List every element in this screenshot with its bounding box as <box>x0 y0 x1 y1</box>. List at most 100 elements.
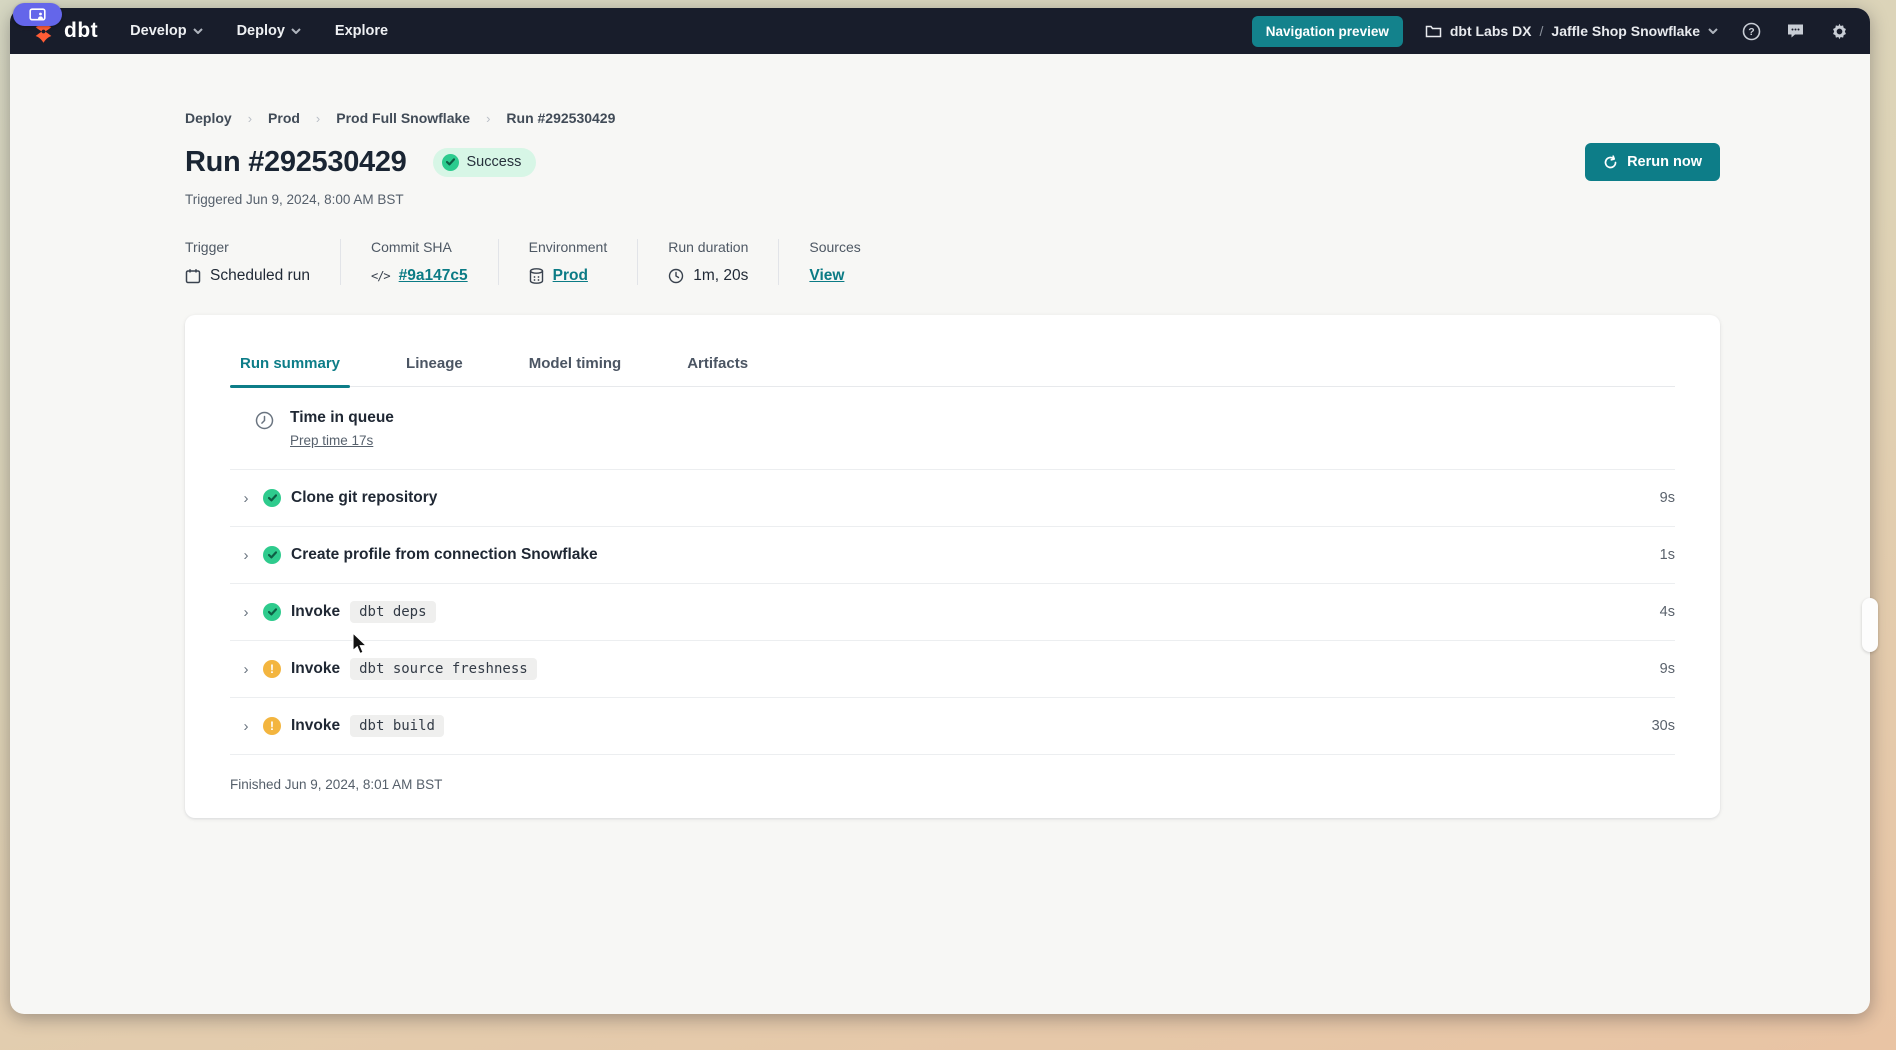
settings-button[interactable] <box>1828 20 1850 42</box>
chevron-right-icon[interactable]: › <box>238 547 254 564</box>
project-name: Jaffle Shop Snowflake <box>1551 23 1700 39</box>
step-row-clone-git[interactable]: › Clone git repository 9s <box>230 470 1675 527</box>
commit-sha-link[interactable]: #9a147c5 <box>399 267 468 285</box>
queue-title: Time in queue <box>290 409 394 427</box>
rerun-now-button[interactable]: Rerun now <box>1585 143 1720 181</box>
step-row-dbt-source-freshness[interactable]: › ! Invoke dbt source freshness 9s <box>230 641 1675 698</box>
tab-lineage[interactable]: Lineage <box>396 355 473 386</box>
meta-sources: Sources View <box>809 239 890 285</box>
chevron-down-icon <box>193 28 203 34</box>
meta-label: Sources <box>809 239 860 255</box>
screen-share-overlay-badge[interactable] <box>13 3 62 26</box>
environment-link[interactable]: Prod <box>553 267 588 285</box>
success-check-icon <box>442 154 459 171</box>
run-detail-page: Deploy › Prod › Prod Full Snowflake › Ru… <box>10 110 1870 818</box>
step-duration: 9s <box>1660 490 1675 506</box>
step-title: Invoke <box>291 660 340 678</box>
nav-explore-label: Explore <box>335 23 388 39</box>
project-switcher[interactable]: dbt Labs DX / Jaffle Shop Snowflake <box>1425 23 1718 39</box>
nav-deploy[interactable]: Deploy <box>237 23 301 39</box>
status-badge: Success <box>433 148 537 177</box>
step-title: Create profile from connection Snowflake <box>291 546 598 564</box>
feedback-icon <box>1786 22 1805 40</box>
topbar-right: Navigation preview dbt Labs DX / Jaffle … <box>1252 16 1850 47</box>
finished-timestamp: Finished Jun 9, 2024, 8:01 AM BST <box>230 755 1675 792</box>
tab-run-summary[interactable]: Run summary <box>230 355 350 386</box>
breadcrumb-separator: › <box>316 111 320 126</box>
step-title: Invoke <box>291 717 340 735</box>
queue-clock-icon <box>255 411 274 430</box>
sources-view-link[interactable]: View <box>809 267 844 285</box>
dbt-logo-text: dbt <box>64 19 98 43</box>
status-badge-label: Success <box>467 154 522 170</box>
warning-icon: ! <box>263 660 281 678</box>
meta-label: Run duration <box>668 239 748 255</box>
top-navigation-bar: dbt Develop Deploy Explore Navigation pr… <box>10 8 1870 54</box>
feedback-button[interactable] <box>1784 20 1806 42</box>
meta-label: Commit SHA <box>371 239 468 255</box>
tab-bar: Run summary Lineage Model timing Artifac… <box>230 315 1675 387</box>
success-icon <box>263 546 281 564</box>
tab-model-timing[interactable]: Model timing <box>519 355 632 386</box>
time-in-queue-section: Time in queue Prep time 17s <box>230 387 1675 470</box>
screen-user-icon <box>29 8 46 22</box>
run-summary-card: Run summary Lineage Model timing Artifac… <box>185 315 1720 818</box>
breadcrumb-prod[interactable]: Prod <box>268 110 300 126</box>
breadcrumb: Deploy › Prod › Prod Full Snowflake › Ru… <box>185 110 1720 126</box>
success-icon <box>263 603 281 621</box>
svg-text:?: ? <box>1748 26 1754 38</box>
step-title: Invoke <box>291 603 340 621</box>
breadcrumb-deploy[interactable]: Deploy <box>185 110 232 126</box>
run-duration-value: 1m, 20s <box>693 267 748 285</box>
breadcrumb-run[interactable]: Run #292530429 <box>506 110 615 126</box>
nav-explore[interactable]: Explore <box>335 23 388 39</box>
navigation-preview-button[interactable]: Navigation preview <box>1252 16 1403 47</box>
trigger-value: Scheduled run <box>210 267 310 285</box>
warning-icon: ! <box>263 717 281 735</box>
nav-develop[interactable]: Develop <box>130 23 202 39</box>
step-row-dbt-build[interactable]: › ! Invoke dbt build 30s <box>230 698 1675 755</box>
chevron-right-icon[interactable]: › <box>238 490 254 507</box>
refresh-icon <box>1603 155 1618 170</box>
help-button[interactable]: ? <box>1740 20 1762 42</box>
breadcrumb-job[interactable]: Prod Full Snowflake <box>336 110 470 126</box>
triggered-timestamp: Triggered Jun 9, 2024, 8:00 AM BST <box>185 192 1720 207</box>
page-title: Run #292530429 <box>185 146 407 179</box>
scrollbar-thumb[interactable] <box>1862 598 1878 652</box>
success-icon <box>263 489 281 507</box>
step-duration: 4s <box>1660 604 1675 620</box>
breadcrumb-separator: › <box>248 111 252 126</box>
calendar-icon <box>185 268 201 284</box>
tab-artifacts[interactable]: Artifacts <box>677 355 758 386</box>
folder-icon <box>1425 24 1442 38</box>
database-icon <box>529 268 544 284</box>
chevron-right-icon[interactable]: › <box>238 718 254 735</box>
run-meta-row: Trigger Scheduled run Commit SHA </> #9a… <box>185 239 1720 285</box>
main-nav: Develop Deploy Explore <box>130 23 388 39</box>
chevron-down-icon <box>291 28 301 34</box>
prep-time-link[interactable]: Prep time 17s <box>290 433 373 448</box>
step-duration: 1s <box>1660 547 1675 563</box>
meta-commit-sha: Commit SHA </> #9a147c5 <box>371 239 499 285</box>
clock-icon <box>668 268 684 284</box>
gear-icon <box>1830 22 1849 41</box>
step-row-dbt-deps[interactable]: › Invoke dbt deps 4s <box>230 584 1675 641</box>
step-command: dbt deps <box>350 601 435 623</box>
chevron-down-icon <box>1708 28 1718 34</box>
step-duration: 9s <box>1660 661 1675 677</box>
step-title: Clone git repository <box>291 489 437 507</box>
meta-environment: Environment Prod <box>529 239 639 285</box>
chevron-right-icon[interactable]: › <box>238 604 254 621</box>
meta-label: Environment <box>529 239 608 255</box>
meta-trigger: Trigger Scheduled run <box>185 239 341 285</box>
account-name: dbt Labs DX <box>1450 23 1532 39</box>
chevron-right-icon[interactable]: › <box>238 661 254 678</box>
help-icon: ? <box>1742 22 1761 41</box>
step-row-create-profile[interactable]: › Create profile from connection Snowfla… <box>230 527 1675 584</box>
nav-deploy-label: Deploy <box>237 23 285 39</box>
meta-label: Trigger <box>185 239 310 255</box>
step-command: dbt source freshness <box>350 658 537 680</box>
breadcrumb-separator: › <box>486 111 490 126</box>
step-duration: 30s <box>1652 718 1675 734</box>
code-icon: </> <box>371 269 390 283</box>
